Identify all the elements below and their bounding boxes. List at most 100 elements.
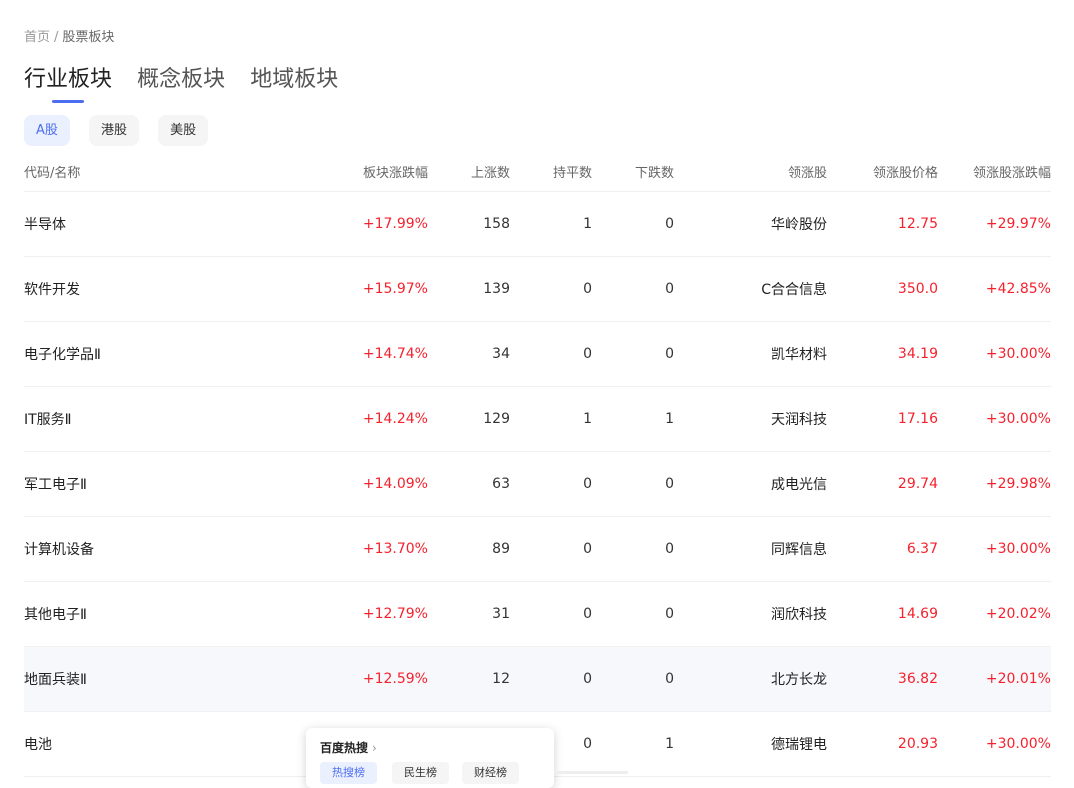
row-name[interactable]: 电池 — [24, 712, 52, 776]
row-leading-price: 17.16 — [897, 411, 938, 427]
row-name[interactable]: 其他电子Ⅱ — [24, 582, 87, 646]
row-leading-price: 20.93 — [897, 736, 938, 752]
row-flat-count: 1 — [583, 216, 592, 232]
market-tab-a-share[interactable]: A股 — [24, 115, 70, 146]
row-leading-change: +30.00% — [985, 346, 1051, 362]
row-down-count: 0 — [665, 281, 674, 297]
row-leading-change: +29.97% — [985, 216, 1051, 232]
header-name: 代码/名称 — [24, 165, 81, 181]
row-sector-change: +17.99% — [362, 216, 428, 232]
tab-region[interactable]: 地域板块 — [250, 61, 338, 103]
tab-industry[interactable]: 行业板块 — [24, 61, 112, 103]
breadcrumb-separator: / — [54, 30, 59, 45]
row-leading-stock[interactable]: 天润科技 — [771, 387, 827, 451]
row-name[interactable]: 电子化学品Ⅱ — [24, 322, 101, 386]
row-leading-stock[interactable]: C合合信息 — [761, 257, 827, 321]
tab-concept[interactable]: 概念板块 — [137, 61, 225, 103]
row-down-count: 0 — [665, 541, 674, 557]
row-leading-change: +29.98% — [985, 476, 1051, 492]
row-down-count: 0 — [665, 346, 674, 362]
row-leading-change: +30.00% — [985, 541, 1051, 557]
market-tab-us[interactable]: 美股 — [158, 115, 209, 146]
row-leading-stock[interactable]: 润欣科技 — [771, 582, 827, 646]
row-leading-change: +42.85% — [985, 281, 1051, 297]
row-flat-count: 0 — [583, 281, 592, 297]
row-up-count: 12 — [492, 671, 510, 687]
table-row[interactable]: 半导体 +17.99% 158 1 0 华岭股份 12.75 +29.97% — [24, 192, 1051, 257]
row-flat-count: 0 — [583, 541, 592, 557]
header-leading-price[interactable]: 领涨股价格 — [873, 151, 938, 191]
row-sector-change: +15.97% — [362, 281, 428, 297]
row-flat-count: 0 — [583, 736, 592, 752]
table-row[interactable]: IT服务Ⅱ +14.24% 129 1 1 天润科技 17.16 +30.00% — [24, 387, 1051, 452]
market-tabs: A股 港股 美股 — [24, 115, 222, 146]
row-up-count: 31 — [492, 606, 510, 622]
row-sector-change: +12.79% — [362, 606, 428, 622]
row-sector-change: +14.24% — [362, 411, 428, 427]
table-row[interactable]: 其他电子Ⅱ +12.79% 31 0 0 润欣科技 14.69 +20.02% — [24, 582, 1051, 647]
table-row[interactable]: 地面兵装Ⅱ +12.59% 12 0 0 北方长龙 36.82 +20.01% — [24, 647, 1051, 712]
row-name[interactable]: 软件开发 — [24, 257, 80, 321]
header-down-count[interactable]: 下跌数 — [635, 151, 674, 191]
row-leading-stock[interactable]: 同辉信息 — [771, 517, 827, 581]
row-flat-count: 0 — [583, 476, 592, 492]
row-up-count: 63 — [492, 476, 510, 492]
table-header: 代码/名称 板块涨跌幅 上涨数 持平数 下跌数 领涨股 领涨股价格 领涨股涨跌幅 — [24, 151, 1051, 192]
row-leading-price: 34.19 — [897, 346, 938, 362]
header-sector-change[interactable]: 板块涨跌幅 — [363, 151, 428, 191]
row-down-count: 0 — [665, 606, 674, 622]
header-leading-change[interactable]: 领涨股涨跌幅 — [973, 151, 1051, 191]
row-down-count: 1 — [665, 736, 674, 752]
row-up-count: 89 — [492, 541, 510, 557]
row-up-count: 34 — [492, 346, 510, 362]
row-sector-change: +13.70% — [362, 541, 428, 557]
row-name[interactable]: 地面兵装Ⅱ — [24, 647, 87, 711]
row-sector-change: +12.59% — [362, 671, 428, 687]
hot-search-popup: 百度热搜 › 热搜榜 民生榜 财经榜 — [306, 728, 554, 788]
row-leading-price: 14.69 — [897, 606, 938, 622]
row-leading-stock[interactable]: 凯华材料 — [771, 322, 827, 386]
row-down-count: 0 — [665, 671, 674, 687]
row-name[interactable]: 军工电子Ⅱ — [24, 452, 87, 516]
table-row[interactable]: 电子化学品Ⅱ +14.74% 34 0 0 凯华材料 34.19 +30.00% — [24, 322, 1051, 387]
row-sector-change: +14.09% — [362, 476, 428, 492]
table-row[interactable]: 计算机设备 +13.70% 89 0 0 同辉信息 6.37 +30.00% — [24, 517, 1051, 582]
popup-tab-finance[interactable]: 财经榜 — [462, 762, 519, 784]
sector-card: 首页 / 股票板块 行业板块 概念板块 地域板块 A股 港股 美股 代码/名称 板块… — [0, 0, 1074, 788]
row-down-count: 0 — [665, 476, 674, 492]
popup-title[interactable]: 百度热搜 › — [320, 739, 377, 756]
header-flat-count[interactable]: 持平数 — [553, 151, 592, 191]
breadcrumb-home[interactable]: 首页 — [24, 30, 50, 45]
row-leading-price: 12.75 — [897, 216, 938, 232]
row-up-count: 139 — [483, 281, 510, 297]
row-flat-count: 0 — [583, 346, 592, 362]
row-leading-stock[interactable]: 北方长龙 — [771, 647, 827, 711]
row-leading-price: 36.82 — [897, 671, 938, 687]
header-up-count[interactable]: 上涨数 — [471, 151, 510, 191]
row-name[interactable]: 半导体 — [24, 192, 66, 256]
row-leading-stock[interactable]: 华岭股份 — [771, 192, 827, 256]
breadcrumb-current: 股票板块 — [62, 30, 115, 45]
row-name[interactable]: 计算机设备 — [24, 517, 94, 581]
row-leading-price: 6.37 — [906, 541, 938, 557]
popup-tab-hot[interactable]: 热搜榜 — [320, 762, 377, 784]
row-up-count: 158 — [483, 216, 510, 232]
row-sector-change: +14.74% — [362, 346, 428, 362]
row-leading-price: 29.74 — [897, 476, 938, 492]
table-row[interactable]: 军工电子Ⅱ +14.09% 63 0 0 成电光信 29.74 +29.98% — [24, 452, 1051, 517]
market-tab-hk[interactable]: 港股 — [89, 115, 140, 146]
popup-tab-livelihood[interactable]: 民生榜 — [392, 762, 449, 784]
sector-table: 代码/名称 板块涨跌幅 上涨数 持平数 下跌数 领涨股 领涨股价格 领涨股涨跌幅… — [24, 151, 1051, 777]
sector-type-tabs: 行业板块 概念板块 地域板块 — [24, 61, 358, 101]
row-leading-stock[interactable]: 成电光信 — [771, 452, 827, 516]
row-flat-count: 1 — [583, 411, 592, 427]
row-leading-change: +20.01% — [985, 671, 1051, 687]
row-leading-stock[interactable]: 德瑞锂电 — [771, 712, 827, 776]
popup-shadow-edge — [554, 771, 628, 774]
row-leading-change: +20.02% — [985, 606, 1051, 622]
row-down-count: 0 — [665, 216, 674, 232]
row-name[interactable]: IT服务Ⅱ — [24, 387, 72, 451]
row-flat-count: 0 — [583, 606, 592, 622]
chevron-right-icon: › — [372, 741, 377, 755]
table-row[interactable]: 软件开发 +15.97% 139 0 0 C合合信息 350.0 +42.85% — [24, 257, 1051, 322]
